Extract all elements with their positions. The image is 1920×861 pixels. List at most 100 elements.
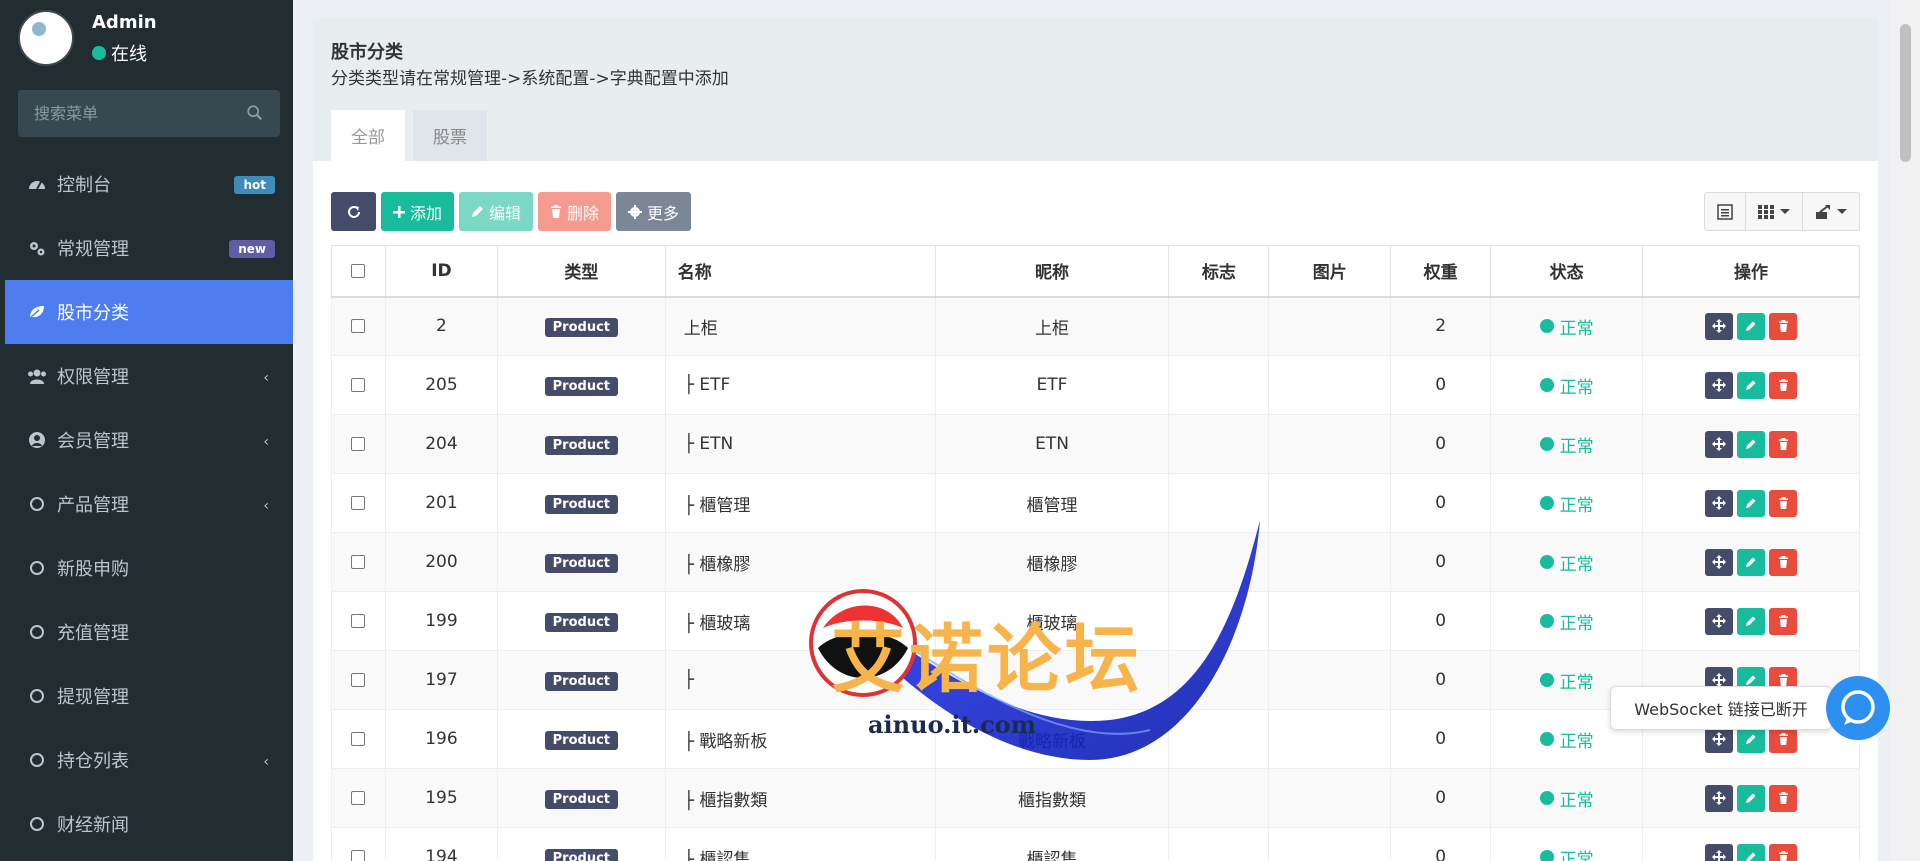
sidebar-item-members[interactable]: 会员管理 ‹ [5, 408, 293, 472]
row-id: 195 [384, 768, 498, 828]
sidebar-item-ipo[interactable]: 新股申购 [5, 536, 293, 600]
column-header-weight[interactable]: 权重 [1390, 245, 1492, 298]
row-delete-button[interactable] [1769, 843, 1798, 861]
row-delete-button[interactable] [1769, 430, 1798, 458]
status-badge: 正常 [1539, 668, 1594, 693]
table-row[interactable]: 204 Product ├ ETN ETN 0 正常 [331, 414, 1860, 474]
status-label: 正常 [1559, 377, 1594, 398]
row-delete-button[interactable] [1769, 371, 1798, 399]
row-checkbox[interactable] [351, 673, 366, 687]
edit-button[interactable]: 编辑 [459, 192, 534, 231]
row-checkbox[interactable] [351, 732, 366, 746]
table-row[interactable]: 194 Product ├ 櫃認售 櫃認售 0 正常 [331, 827, 1860, 861]
row-actions [1642, 355, 1860, 415]
refresh-button[interactable] [331, 192, 376, 231]
sidebar-item-dashboard[interactable]: 控制台 hot [5, 152, 293, 216]
tab-stocks[interactable]: 股票 [413, 110, 487, 161]
table-row[interactable]: 200 Product ├ 櫃橡膠 櫃橡膠 0 正常 [331, 532, 1860, 592]
row-delete-button[interactable] [1769, 784, 1798, 812]
row-edit-button[interactable] [1737, 371, 1766, 399]
drag-sort-button[interactable] [1705, 843, 1734, 861]
sidebar-item-recharge[interactable]: 充值管理 [5, 600, 293, 664]
status-dot-icon [1539, 319, 1554, 334]
row-edit-button[interactable] [1737, 489, 1766, 517]
tab-all[interactable]: 全部 [331, 110, 405, 161]
row-checkbox[interactable] [351, 791, 366, 805]
sidebar-item-positions[interactable]: 持仓列表 ‹ [5, 728, 293, 792]
drag-sort-button[interactable] [1705, 371, 1734, 399]
sidebar-item-general[interactable]: 常规管理 new [5, 216, 293, 280]
row-edit-button[interactable] [1737, 430, 1766, 458]
sidebar-item-market-category[interactable]: 股市分类 [5, 280, 293, 344]
sidebar-item-products[interactable]: 产品管理 ‹ [5, 472, 293, 536]
sidebar-item-permissions[interactable]: 权限管理 ‹ [5, 344, 293, 408]
table-row[interactable]: 195 Product ├ 櫃指數類 櫃指數類 0 正常 [331, 768, 1860, 828]
drag-sort-button[interactable] [1705, 548, 1734, 576]
status-dot-icon [1539, 673, 1554, 687]
row-checkbox[interactable] [351, 850, 366, 861]
status-label: 正常 [1559, 790, 1594, 811]
select-all-checkbox[interactable] [351, 263, 366, 278]
sidebar-item-withdraw[interactable]: 提现管理 [5, 664, 293, 728]
chat-button[interactable] [1826, 676, 1890, 740]
row-select-cell [331, 650, 386, 710]
sidebar-item-news[interactable]: 财经新闻 [5, 792, 293, 856]
columns-button[interactable] [1746, 193, 1803, 230]
row-weight: 0 [1390, 473, 1492, 533]
row-type-cell: Product [496, 532, 666, 592]
drag-sort-button[interactable] [1705, 430, 1734, 458]
row-edit-button[interactable] [1737, 312, 1766, 340]
column-header-name[interactable]: 名称 [664, 245, 936, 298]
drag-sort-button[interactable] [1705, 489, 1734, 517]
add-button[interactable]: 添加 [381, 192, 455, 231]
row-checkbox[interactable] [351, 555, 366, 569]
row-edit-button[interactable] [1737, 548, 1766, 576]
row-flag [1168, 414, 1270, 474]
drag-sort-button[interactable] [1705, 312, 1734, 340]
search-icon[interactable] [246, 104, 264, 122]
column-header-image[interactable]: 图片 [1268, 245, 1392, 298]
row-image [1268, 355, 1392, 415]
table-row[interactable]: 2 Product 上柜 上柜 2 正常 [331, 296, 1860, 356]
row-delete-button[interactable] [1769, 489, 1798, 517]
drag-sort-button[interactable] [1705, 784, 1734, 812]
row-checkbox[interactable] [351, 496, 366, 510]
column-header-type[interactable]: 类型 [496, 245, 666, 298]
row-status-cell: 正常 [1490, 827, 1644, 861]
row-edit-button[interactable] [1737, 843, 1766, 861]
row-checkbox[interactable] [351, 614, 366, 628]
menu-search-input[interactable] [18, 90, 238, 137]
drag-sort-button[interactable] [1705, 607, 1734, 635]
export-button[interactable] [1803, 193, 1859, 230]
status-dot-icon [1539, 496, 1554, 510]
row-checkbox[interactable] [351, 378, 366, 392]
row-weight: 0 [1390, 827, 1492, 861]
online-dot-icon [92, 46, 106, 60]
status-label: 正常 [1559, 495, 1594, 516]
row-status-cell: 正常 [1490, 591, 1644, 651]
table-row[interactable]: 205 Product ├ ETF ETF 0 正常 [331, 355, 1860, 415]
column-header-id[interactable]: ID [384, 245, 498, 298]
sidebar-item-label: 股市分类 [57, 303, 129, 324]
status-badge: 正常 [1539, 314, 1594, 339]
avatar[interactable] [18, 10, 74, 66]
row-delete-button[interactable] [1769, 312, 1798, 340]
type-label: Product [544, 495, 618, 514]
delete-button[interactable]: 删除 [538, 192, 612, 231]
row-checkbox[interactable] [351, 437, 366, 451]
page-scrollbar[interactable] [1890, 0, 1920, 861]
row-edit-button[interactable] [1737, 607, 1766, 635]
column-header-status[interactable]: 状态 [1490, 245, 1644, 298]
status-dot-icon [1539, 378, 1554, 392]
row-delete-button[interactable] [1769, 607, 1798, 635]
table-row[interactable]: 201 Product ├ 櫃管理 櫃管理 0 正常 [331, 473, 1860, 533]
row-delete-button[interactable] [1769, 548, 1798, 576]
toggle-view-button[interactable] [1705, 193, 1746, 230]
row-checkbox[interactable] [351, 319, 366, 334]
row-weight: 0 [1390, 532, 1492, 592]
more-button[interactable]: 更多 [616, 192, 692, 231]
column-header-nickname[interactable]: 昵称 [934, 245, 1170, 298]
row-edit-button[interactable] [1737, 784, 1766, 812]
scrollbar-thumb[interactable] [1900, 24, 1911, 162]
column-header-flag[interactable]: 标志 [1168, 245, 1270, 298]
